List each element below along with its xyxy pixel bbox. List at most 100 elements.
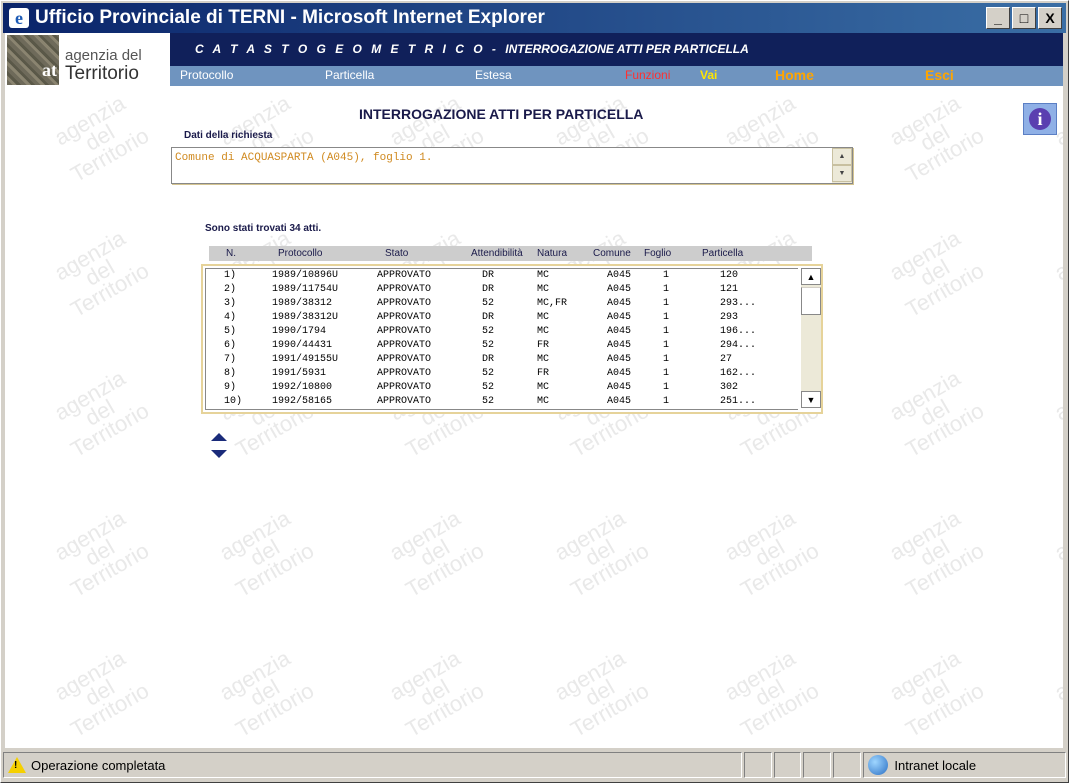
watermark: agenzia delTerritorio xyxy=(372,500,497,607)
table-row[interactable]: 7) 1991/49155U APPROVATO DR MC A045 1 27 xyxy=(206,353,798,367)
watermark-line2: Territorio xyxy=(66,537,154,603)
cell-natura: MC xyxy=(537,312,550,323)
menu-esci[interactable]: Esci xyxy=(925,67,954,83)
cell-natura: MC xyxy=(537,326,550,337)
scroll-up-icon[interactable]: ▲ xyxy=(832,148,852,165)
cell-comune: A045 xyxy=(607,270,632,281)
table-row[interactable]: 3) 1989/38312 APPROVATO 52 MC,FR A045 1 293... xyxy=(206,297,798,311)
cell-n: 3) xyxy=(224,298,237,309)
watermark-line2: Territorio xyxy=(66,397,154,463)
cell-n: 9) xyxy=(224,382,237,393)
cell-protocollo: 1991/5931 xyxy=(272,368,327,379)
watermark-line1: agenzia del xyxy=(720,505,800,571)
cell-att: 52 xyxy=(482,382,495,393)
watermark-line1: agenzia del xyxy=(550,505,630,571)
cell-natura: MC xyxy=(537,270,550,281)
menu-funzioni[interactable]: Funzioni xyxy=(625,68,670,82)
cell-natura: FR xyxy=(537,340,550,351)
watermark-line2: Territorio xyxy=(1057,119,1063,191)
table-header: N. Protocollo Stato Attendibilità Natura… xyxy=(209,246,812,261)
watermark: agenzia delTerritorio xyxy=(872,360,997,467)
col-foglio: Foglio xyxy=(644,248,672,259)
table-row[interactable]: 9) 1992/10800 APPROVATO 52 MC A045 1 302 xyxy=(206,381,798,395)
cell-particella: 27 xyxy=(720,354,733,365)
cell-protocollo: 1989/10896U xyxy=(272,270,339,281)
maximize-button[interactable]: □ xyxy=(1012,7,1036,29)
minimize-button[interactable]: _ xyxy=(986,7,1010,29)
list-scrollbar[interactable]: ▲ ▼ xyxy=(801,268,821,408)
table-row[interactable]: 6) 1990/44431 APPROVATO 52 FR A045 1 294... xyxy=(206,339,798,353)
watermark-line1: agenzia del xyxy=(885,90,965,156)
table-row[interactable]: 1) 1989/10896U APPROVATO DR MC A045 1 120 xyxy=(206,269,798,283)
watermark-line1: agenzia del xyxy=(50,505,130,571)
table-row[interactable]: 4) 1989/38312U APPROVATO DR MC A045 1 293 xyxy=(206,311,798,325)
window-title: Ufficio Provinciale di TERNI - Microsoft… xyxy=(35,7,545,28)
watermark: agenzia delTerritorio xyxy=(537,640,662,747)
menu-particella[interactable]: Particella xyxy=(325,68,374,82)
watermark-line1: agenzia del xyxy=(215,645,295,711)
watermark-line1: agenzia del xyxy=(1050,645,1063,706)
cell-att: DR xyxy=(482,270,495,281)
cell-n: 8) xyxy=(224,368,237,379)
cell-particella: 196... xyxy=(720,326,757,337)
watermark-line2: Territorio xyxy=(1057,674,1063,746)
header-banner: C A T A S T O G E O M E T R I C O - INTE… xyxy=(170,33,1063,66)
request-label: Dati della richiesta xyxy=(184,130,273,141)
cell-foglio: 1 xyxy=(663,312,670,323)
table-row[interactable]: 10) 1992/58165 APPROVATO 52 MC A045 1 251... xyxy=(206,395,798,409)
watermark-line1: agenzia del xyxy=(885,645,965,711)
watermark-line2: Territorio xyxy=(901,397,989,463)
cell-comune: A045 xyxy=(607,354,632,365)
cell-particella: 120 xyxy=(720,270,739,281)
results-listbox[interactable]: 1) 1989/10896U APPROVATO DR MC A045 1 120 2) 1989… xyxy=(201,264,823,414)
watermark-line1: agenzia del xyxy=(550,645,630,711)
request-textarea[interactable]: Comune di ACQUASPARTA (A045), foglio 1. … xyxy=(171,147,853,184)
zone-text: Intranet locale xyxy=(894,757,977,773)
col-stato: Stato xyxy=(385,248,409,259)
menu-bar: Protocollo Particella Estesa Funzioni Va… xyxy=(170,66,1063,86)
result-count: Sono stati trovati 34 atti. xyxy=(205,223,322,234)
col-comune: Comune xyxy=(593,248,631,259)
watermark-line2: Territorio xyxy=(1057,394,1063,466)
cell-particella: 302 xyxy=(720,382,739,393)
watermark-line1: agenzia del xyxy=(885,225,965,291)
cell-foglio: 1 xyxy=(663,382,670,393)
prev-page-icon[interactable] xyxy=(211,433,227,441)
watermark-line2: Territorio xyxy=(1057,534,1063,606)
ie-icon[interactable]: e xyxy=(9,8,29,28)
watermark: agenzia delTerritorio xyxy=(872,220,997,327)
watermark: agenzia delTerritorio xyxy=(1037,500,1063,607)
scroll-down-icon[interactable]: ▼ xyxy=(832,165,852,182)
close-button[interactable]: X xyxy=(1038,7,1062,29)
table-row[interactable]: 5) 1990/1794 APPROVATO 52 MC A045 1 196... xyxy=(206,325,798,339)
menu-estesa[interactable]: Estesa xyxy=(475,68,512,82)
agenzia-logo: at agenzia del Territorio xyxy=(7,33,170,86)
info-button[interactable]: i xyxy=(1023,103,1057,135)
menu-protocollo[interactable]: Protocollo xyxy=(180,68,233,82)
list-scroll-thumb[interactable] xyxy=(801,287,821,315)
watermark-line1: agenzia del xyxy=(1050,365,1063,426)
menu-vai[interactable]: Vai xyxy=(700,68,717,82)
cell-protocollo: 1989/38312 xyxy=(272,298,333,309)
watermark-line2: Territorio xyxy=(66,677,154,743)
cell-att: 52 xyxy=(482,368,495,379)
cell-stato: APPROVATO xyxy=(377,340,432,351)
cell-n: 6) xyxy=(224,340,237,351)
cell-comune: A045 xyxy=(607,298,632,309)
cell-n: 5) xyxy=(224,326,237,337)
next-page-icon[interactable] xyxy=(211,450,227,458)
results-list[interactable]: 1) 1989/10896U APPROVATO DR MC A045 1 120 2) 1989… xyxy=(205,268,798,410)
header-title-b: INTERROGAZIONE ATTI PER PARTICELLA xyxy=(505,42,749,56)
list-scroll-up-icon[interactable]: ▲ xyxy=(801,268,821,285)
watermark-line2: Territorio xyxy=(901,537,989,603)
cell-foglio: 1 xyxy=(663,284,670,295)
cell-foglio: 1 xyxy=(663,270,670,281)
info-icon: i xyxy=(1029,108,1051,130)
list-scroll-down-icon[interactable]: ▼ xyxy=(801,391,821,408)
cell-att: 52 xyxy=(482,340,495,351)
request-scrollbar[interactable]: ▲ ▼ xyxy=(832,148,852,183)
table-row[interactable]: 2) 1989/11754U APPROVATO DR MC A045 1 121 xyxy=(206,283,798,297)
cell-particella: 251... xyxy=(720,396,757,407)
menu-home[interactable]: Home xyxy=(775,67,814,83)
table-row[interactable]: 8) 1991/5931 APPROVATO 52 FR A045 1 162... xyxy=(206,367,798,381)
